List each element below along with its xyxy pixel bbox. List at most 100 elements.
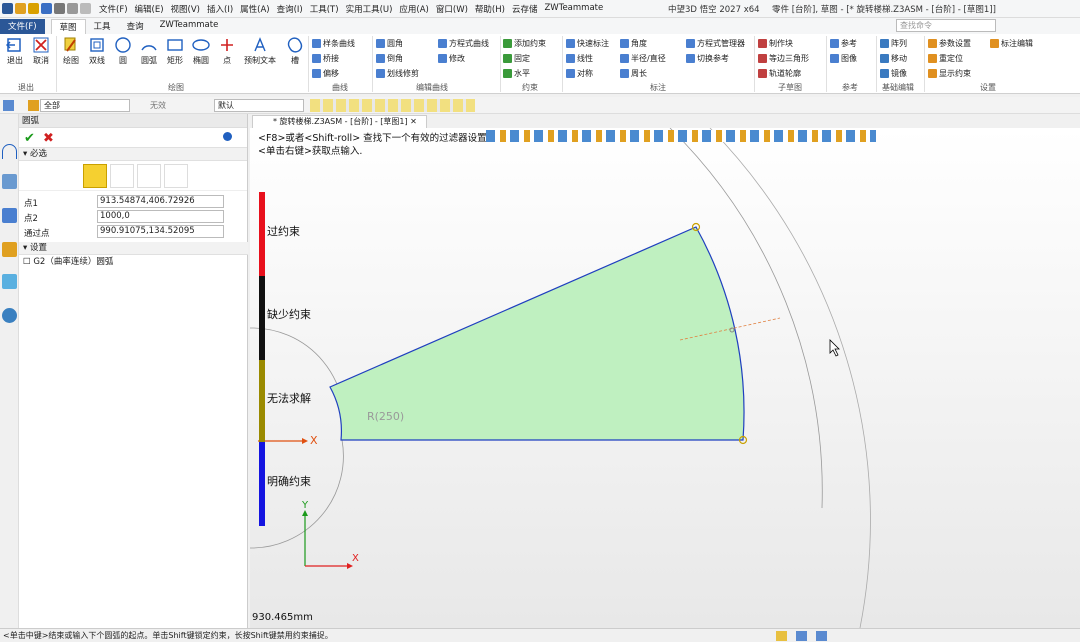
visual-style-icon[interactable] bbox=[2, 274, 17, 289]
open-file-icon[interactable] bbox=[28, 3, 39, 14]
cancel-button[interactable]: 取消 bbox=[28, 34, 54, 66]
reference-item[interactable]: 参考 bbox=[830, 38, 857, 49]
new-file-icon[interactable] bbox=[15, 3, 26, 14]
linear-item[interactable]: 线性 bbox=[566, 53, 593, 64]
tab-zwteammate[interactable]: ZWTeammate bbox=[152, 19, 227, 34]
exit-button[interactable]: 退出 bbox=[2, 34, 28, 66]
user-icon[interactable] bbox=[2, 308, 17, 323]
dimension-edit-item[interactable]: 标注编辑 bbox=[990, 38, 1033, 49]
panel-toggle-icon[interactable] bbox=[816, 631, 827, 641]
settings-icon bbox=[928, 39, 937, 48]
tab-inquire[interactable]: 查询 bbox=[119, 19, 152, 34]
menu-cloud[interactable]: 云存储 bbox=[512, 3, 538, 15]
angle-item[interactable]: 角度 bbox=[620, 38, 647, 49]
confirm-icon[interactable]: ✔ bbox=[24, 131, 35, 146]
radius-dimension-label[interactable]: R(250) bbox=[367, 410, 404, 423]
layout-icon[interactable] bbox=[776, 631, 787, 641]
view-toolbar[interactable] bbox=[486, 130, 876, 142]
trim-item[interactable]: 划线修剪 bbox=[376, 68, 419, 79]
display-icon[interactable] bbox=[796, 631, 807, 641]
equation-manager-item[interactable]: 方程式管理器 bbox=[686, 38, 745, 49]
menu-help[interactable]: 帮助(H) bbox=[475, 3, 505, 15]
section-settings[interactable]: ▾ 设置 bbox=[19, 242, 248, 255]
add-constraint-item[interactable]: 添加约束 bbox=[503, 38, 546, 49]
fix-item[interactable]: 固定 bbox=[503, 53, 530, 64]
point1-input[interactable]: 913.54874,406.72926 bbox=[97, 195, 224, 208]
arc-button[interactable]: 圆弧 bbox=[136, 34, 162, 66]
chamfer-item[interactable]: 倒角 bbox=[376, 53, 403, 64]
point-button[interactable]: 点 bbox=[214, 34, 240, 66]
radius-diameter-item[interactable]: 半径/直径 bbox=[620, 53, 666, 64]
perimeter-item[interactable]: 周长 bbox=[620, 68, 647, 79]
fillet-item[interactable]: 圆角 bbox=[376, 38, 403, 49]
spline-item[interactable]: 样条曲线 bbox=[312, 38, 355, 49]
menu-utilities[interactable]: 实用工具(U) bbox=[346, 3, 393, 15]
slot-button[interactable]: 槽 bbox=[282, 34, 308, 66]
section-required[interactable]: ▾ 必选 bbox=[19, 148, 247, 161]
sketch-viewport[interactable]: <F8>或者<Shift-roll> 查找下一个有效的过滤器设置. <单击右键>… bbox=[250, 128, 1080, 628]
filter-icon[interactable] bbox=[3, 100, 14, 111]
angle-icon bbox=[620, 39, 629, 48]
image-item[interactable]: 图像 bbox=[830, 53, 857, 64]
arc-tangent-mode-icon[interactable] bbox=[164, 164, 188, 188]
modify-item[interactable]: 修改 bbox=[438, 53, 465, 64]
ellipse-button[interactable]: 椭圆 bbox=[188, 34, 214, 66]
menu-apps[interactable]: 应用(A) bbox=[399, 3, 428, 15]
assembly-icon[interactable] bbox=[2, 208, 17, 223]
history-icon[interactable] bbox=[2, 174, 17, 189]
undo-icon[interactable] bbox=[67, 3, 78, 14]
through-point-input[interactable]: 990.91075,134.52095 bbox=[97, 225, 224, 238]
quick-dimension-item[interactable]: 快速标注 bbox=[566, 38, 609, 49]
double-line-button[interactable]: 双线 bbox=[84, 34, 110, 66]
menu-window[interactable]: 窗口(W) bbox=[436, 3, 468, 15]
tab-sketch[interactable]: 草图 bbox=[50, 19, 86, 34]
bridge-item[interactable]: 桥接 bbox=[312, 53, 339, 64]
track-profile-item[interactable]: 轨道轮廓 bbox=[758, 68, 801, 79]
menu-edit[interactable]: 编辑(E) bbox=[135, 3, 164, 15]
horizontal-item[interactable]: 水平 bbox=[503, 68, 530, 79]
show-constraints-item[interactable]: 显示约束 bbox=[928, 68, 971, 79]
command-search-input[interactable]: 查找命令 bbox=[896, 19, 996, 32]
menu-attributes[interactable]: 属性(A) bbox=[240, 3, 269, 15]
save-icon[interactable] bbox=[41, 3, 52, 14]
symmetric-item[interactable]: 对称 bbox=[566, 68, 593, 79]
print-icon[interactable] bbox=[54, 3, 65, 14]
select-icon[interactable] bbox=[28, 100, 39, 111]
help-icon[interactable] bbox=[223, 132, 232, 141]
redo-icon[interactable] bbox=[80, 3, 91, 14]
arc-start-end-mode-icon[interactable] bbox=[110, 164, 134, 188]
parameter-settings-item[interactable]: 参数设置 bbox=[928, 38, 971, 49]
filter-select[interactable]: 全部 bbox=[40, 99, 130, 112]
tab-tools[interactable]: 工具 bbox=[86, 19, 119, 34]
offset-item[interactable]: 偏移 bbox=[312, 68, 339, 79]
point2-input[interactable]: 1000,0 bbox=[97, 210, 224, 223]
rectangle-button[interactable]: 矩形 bbox=[162, 34, 188, 66]
arc-center-mode-icon[interactable] bbox=[137, 164, 161, 188]
move-item[interactable]: 移动 bbox=[880, 53, 907, 64]
draw-button[interactable]: 绘图 bbox=[58, 34, 84, 66]
arc-mode-icon[interactable] bbox=[2, 144, 17, 159]
g2-arc-option[interactable]: ☐ G2（曲率连续）圆弧 bbox=[19, 255, 248, 269]
menu-tools[interactable]: 工具(T) bbox=[310, 3, 339, 15]
toggle-reference-item[interactable]: 切换参考 bbox=[686, 53, 729, 64]
preset-text-button[interactable]: 预制文本 bbox=[242, 34, 278, 66]
relocate-item[interactable]: 重定位 bbox=[928, 53, 963, 64]
menu-file[interactable]: 文件(F) bbox=[99, 3, 128, 15]
cancel-icon[interactable]: ✖ bbox=[43, 131, 54, 146]
equation-curve-item[interactable]: 方程式曲线 bbox=[438, 38, 489, 49]
menu-insert[interactable]: 插入(I) bbox=[207, 3, 233, 15]
arc-3point-mode-icon[interactable] bbox=[83, 164, 107, 188]
document-tab[interactable]: * 旋转楼梯.Z3ASM - [台阶] - [草图1] ✕ bbox=[252, 115, 427, 128]
make-block-item[interactable]: 制作块 bbox=[758, 38, 793, 49]
circle-button[interactable]: 圆 bbox=[110, 34, 136, 66]
snap-toolbar[interactable] bbox=[310, 99, 475, 112]
menu-view[interactable]: 视图(V) bbox=[171, 3, 200, 15]
tab-file[interactable]: 文件(F) bbox=[0, 19, 45, 34]
view-manager-icon[interactable] bbox=[2, 242, 17, 257]
triangle-item[interactable]: 等边三角形 bbox=[758, 53, 809, 64]
menu-inquire[interactable]: 查询(I) bbox=[277, 3, 303, 15]
layer-select[interactable]: 默认 bbox=[214, 99, 304, 112]
mirror-item[interactable]: 镜像 bbox=[880, 68, 907, 79]
menu-zwteammate[interactable]: ZWTeammate bbox=[544, 3, 603, 15]
pattern-item[interactable]: 阵列 bbox=[880, 38, 907, 49]
